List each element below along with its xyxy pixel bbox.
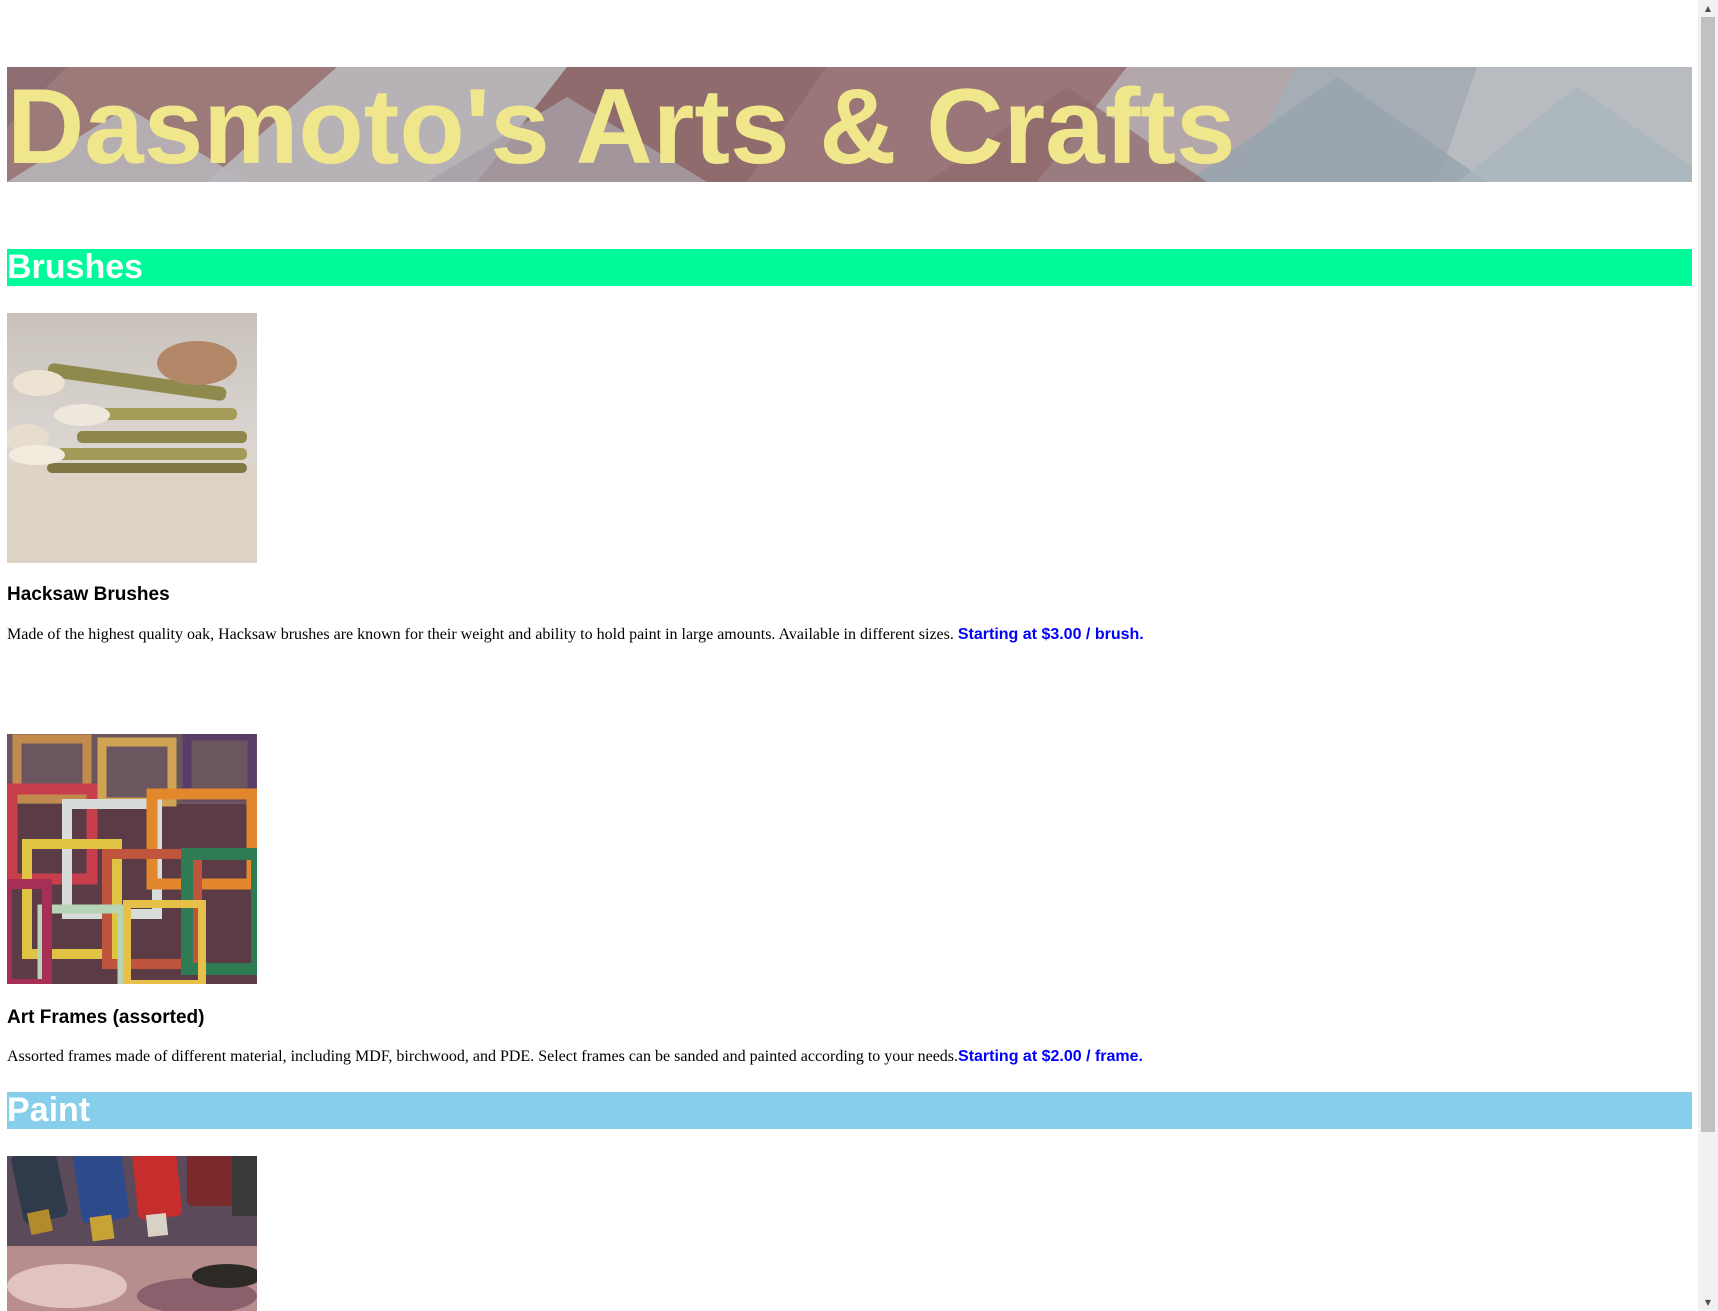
product-title-art-frames: Art Frames (assorted) — [7, 1007, 205, 1028]
description-text: Assorted frames made of different materi… — [7, 1048, 959, 1065]
paint-tubes-image — [7, 1156, 257, 1311]
product-description-hacksaw-brushes: Made of the highest quality oak, Hacksaw… — [7, 624, 1144, 646]
page: Dasmoto's Arts & Crafts Brushes Hacksaw … — [0, 0, 1698, 1311]
section-heading-paint: Paint — [7, 1092, 1692, 1129]
art-frames-image — [7, 734, 257, 984]
vertical-scrollbar[interactable]: ▲ ▼ — [1698, 0, 1718, 1311]
product-description-art-frames: Assorted frames made of different materi… — [7, 1046, 1143, 1068]
section-heading-brushes: Brushes — [7, 249, 1692, 286]
scrollbar-thumb[interactable] — [1701, 17, 1715, 1132]
hacksaw-brushes-image — [7, 313, 257, 563]
arrow-up-icon[interactable]: ▲ — [1698, 0, 1718, 17]
arrow-down-icon[interactable]: ▼ — [1698, 1294, 1718, 1311]
product-title-hacksaw-brushes: Hacksaw Brushes — [7, 584, 170, 605]
site-title: Dasmoto's Arts & Crafts — [7, 67, 1236, 183]
price-hacksaw-brushes: Starting at $3.00 / brush. — [957, 626, 1144, 643]
price-art-frames: Starting at $2.00 / frame. — [958, 1048, 1143, 1065]
description-text: Made of the highest quality oak, Hacksaw… — [7, 626, 958, 643]
header-banner: Dasmoto's Arts & Crafts — [7, 67, 1692, 182]
